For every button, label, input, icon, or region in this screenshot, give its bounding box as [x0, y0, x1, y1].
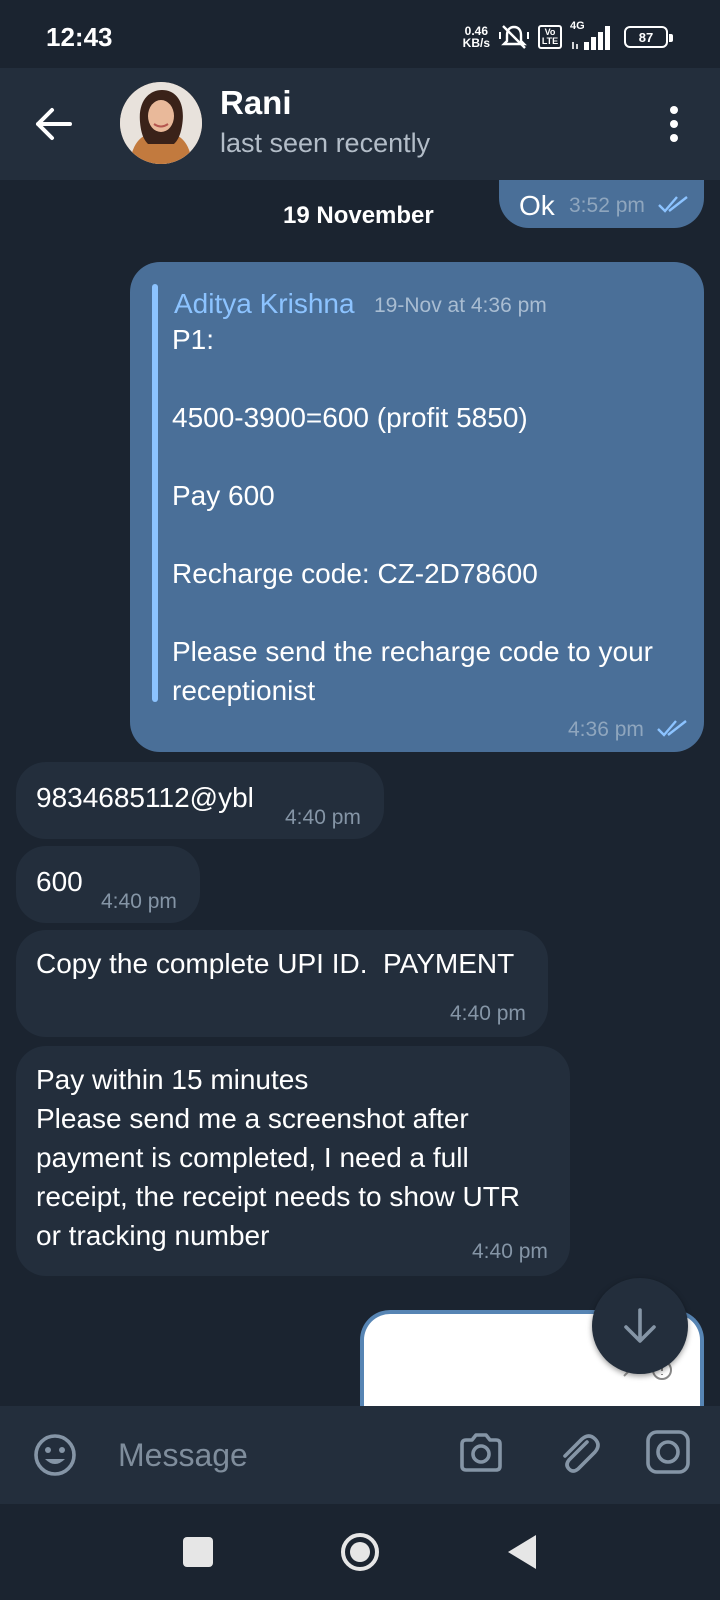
- camera-icon: [460, 1433, 502, 1472]
- battery-indicator: 87: [624, 26, 673, 48]
- message-text: Pay within 15 minutes Please send me a s…: [36, 1064, 521, 1251]
- status-time: 12:43: [46, 22, 113, 52]
- message-text: P1: 4500-3900=600 (profit 5850) Pay 600 …: [172, 324, 653, 706]
- message-text: 9834685112@ybl: [36, 782, 254, 813]
- network-type: 4G: [570, 20, 585, 32]
- message-time: 4:36 pm: [568, 718, 644, 741]
- message-bubble-incoming[interactable]: Copy the complete UPI ID. PAYMENT 4:40 p…: [16, 930, 548, 1037]
- back-button[interactable]: [32, 102, 76, 146]
- more-options-button[interactable]: [664, 100, 684, 148]
- back-arrow-icon: [36, 108, 72, 140]
- status-icons: 0.46 KB/s Vo LTE 4G 87: [463, 20, 673, 52]
- vibrate-mute-icon: [498, 23, 530, 51]
- video-message-icon: [646, 1430, 690, 1474]
- chat-header: Rani last seen recently: [0, 68, 720, 180]
- message-time: 3:52 pm: [569, 194, 645, 217]
- attach-button[interactable]: [554, 1428, 604, 1483]
- message-text: Copy the complete UPI ID. PAYMENT: [36, 948, 515, 979]
- contact-name[interactable]: Rani: [220, 84, 292, 122]
- message-bubble-incoming[interactable]: 600 4:40 pm: [16, 846, 200, 923]
- volte-icon: Vo LTE: [538, 25, 562, 49]
- message-bubble-outgoing[interactable]: Aditya Krishna 19-Nov at 4:36 pm P1: 450…: [130, 262, 704, 752]
- reply-quote-bar: [152, 284, 158, 702]
- double-check-icon: [657, 720, 687, 737]
- network-speed-unit: KB/s: [462, 36, 490, 50]
- avatar[interactable]: [120, 82, 202, 164]
- message-bubble-outgoing[interactable]: Ok 3:52 pm: [499, 180, 704, 228]
- message-text: Ok: [519, 190, 555, 221]
- system-back-button[interactable]: [508, 1535, 536, 1569]
- camera-button[interactable]: [456, 1428, 506, 1483]
- message-time: 4:40 pm: [101, 890, 177, 913]
- message-time: 4:40 pm: [285, 806, 361, 829]
- home-button[interactable]: [341, 1533, 379, 1571]
- message-text: 600: [36, 866, 83, 897]
- reply-author[interactable]: Aditya Krishna: [174, 288, 355, 320]
- system-navigation-bar: [0, 1504, 720, 1600]
- scroll-to-bottom-button[interactable]: [592, 1278, 688, 1374]
- message-bubble-incoming[interactable]: Pay within 15 minutes Please send me a s…: [16, 1046, 570, 1276]
- video-message-button[interactable]: [644, 1428, 692, 1481]
- message-composer: [0, 1406, 720, 1504]
- message-input[interactable]: [118, 1432, 418, 1478]
- recents-button[interactable]: [183, 1537, 213, 1567]
- volte-bottom-text: LTE: [541, 36, 559, 46]
- network-speed: 0.46 KB/s: [463, 25, 490, 49]
- emoji-icon: [34, 1434, 76, 1476]
- message-time: 4:40 pm: [450, 1002, 526, 1025]
- message-list[interactable]: 19 November Ok 3:52 pm Aditya Krishna 19…: [0, 180, 720, 1406]
- message-time: 4:40 pm: [472, 1240, 548, 1263]
- message-bubble-incoming[interactable]: 9834685112@ybl 4:40 pm: [16, 762, 384, 839]
- double-check-icon: [658, 196, 688, 213]
- paperclip-icon: [563, 1434, 600, 1473]
- more-vertical-icon: [670, 106, 678, 114]
- status-bar: 12:43 0.46 KB/s Vo LTE 4G 87: [0, 0, 720, 68]
- arrow-down-icon: [624, 1308, 656, 1343]
- signal-icon: 4G: [570, 20, 616, 50]
- date-separator: 19 November: [283, 202, 434, 229]
- reply-time: 19-Nov at 4:36 pm: [374, 294, 547, 317]
- emoji-button[interactable]: [32, 1432, 78, 1483]
- contact-status: last seen recently: [220, 128, 431, 158]
